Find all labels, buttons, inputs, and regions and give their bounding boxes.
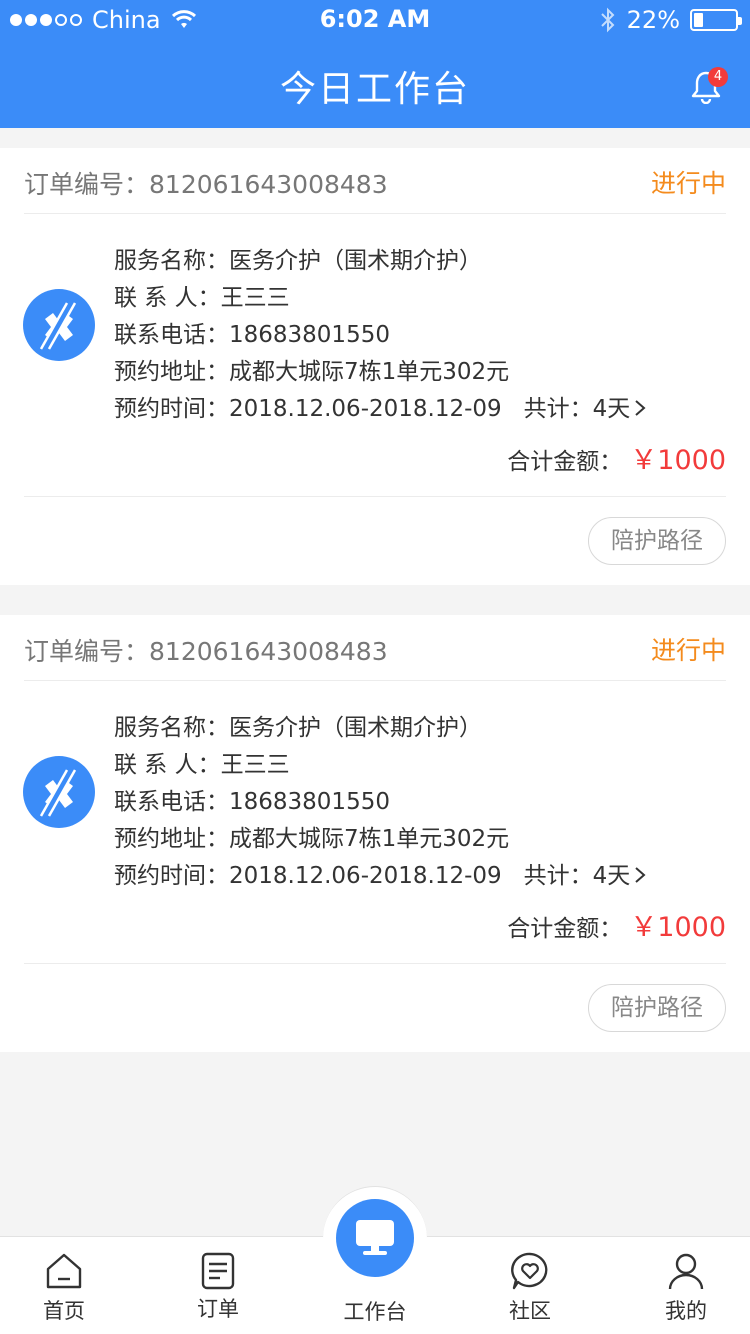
phone-label: 联系电话： bbox=[114, 789, 229, 815]
order-card[interactable]: 订单编号：812061643008483 进行中 服务名称：医务介护（围术期介护… bbox=[0, 615, 750, 1052]
appointment-time-row[interactable]: 预约时间：2018.12.06-2018.12-09 共计：4天 bbox=[114, 389, 646, 423]
status-bar: China 6:02 AM 22% bbox=[0, 0, 750, 40]
amount-row: 合计金额： ￥1000 bbox=[507, 905, 726, 944]
address-label: 预约地址： bbox=[114, 826, 229, 852]
phone-label: 联系电话： bbox=[114, 322, 229, 348]
contact-value: 王三三 bbox=[220, 752, 290, 778]
chevron-right-icon[interactable] bbox=[634, 399, 646, 417]
total-days: 共计：4天 bbox=[523, 396, 631, 422]
battery-percent: 22% bbox=[626, 6, 680, 34]
order-number-value: 812061643008483 bbox=[149, 170, 388, 199]
service-name-row: 服务名称：医务介护（围术期介护） bbox=[114, 708, 482, 742]
address-row: 预约地址：成都大城际7栋1单元302元 bbox=[114, 352, 509, 386]
address-label: 预约地址： bbox=[114, 359, 229, 385]
order-status: 进行中 bbox=[650, 636, 726, 665]
service-name-value: 医务介护（围术期介护） bbox=[229, 715, 482, 741]
address-value: 成都大城际7栋1单元302元 bbox=[229, 359, 510, 385]
divider bbox=[24, 496, 726, 497]
amount-value: ￥1000 bbox=[630, 912, 726, 943]
tab-community[interactable]: 社区 bbox=[470, 1237, 590, 1334]
tab-mine-label: 我的 bbox=[665, 1299, 707, 1323]
tab-mine[interactable]: 我的 bbox=[626, 1237, 746, 1334]
notification-badge: 4 bbox=[708, 67, 728, 87]
appointment-time-label: 预约时间： bbox=[114, 396, 229, 422]
appointment-time-label: 预约时间： bbox=[114, 863, 229, 889]
tab-workbench-label: 工作台 bbox=[343, 1300, 407, 1324]
amount-value: ￥1000 bbox=[630, 445, 726, 476]
order-number-label: 订单编号： bbox=[24, 170, 150, 199]
tab-home[interactable]: 首页 bbox=[4, 1237, 124, 1334]
order-card-header: 订单编号：812061643008483 进行中 bbox=[24, 615, 726, 681]
phone-row: 联系电话：18683801550 bbox=[114, 782, 390, 816]
service-logo-icon bbox=[23, 756, 95, 828]
order-number-value: 812061643008483 bbox=[149, 637, 388, 666]
tab-orders[interactable]: 订单 bbox=[158, 1237, 278, 1334]
monitor-icon bbox=[356, 1220, 394, 1255]
tab-orders-label: 订单 bbox=[197, 1297, 239, 1321]
order-list-icon bbox=[201, 1252, 235, 1290]
home-icon bbox=[46, 1253, 82, 1289]
appointment-time-value: 2018.12.06-2018.12-09 bbox=[229, 396, 502, 422]
battery-level bbox=[694, 13, 703, 27]
care-route-button[interactable]: 陪护路径 bbox=[588, 517, 726, 565]
battery-icon bbox=[690, 9, 742, 31]
tab-workbench[interactable] bbox=[336, 1199, 414, 1277]
order-number-label: 订单编号： bbox=[24, 637, 150, 666]
community-heart-icon bbox=[511, 1252, 548, 1290]
phone-row: 联系电话：18683801550 bbox=[114, 315, 390, 349]
contact-label: 联 系 人： bbox=[114, 752, 221, 778]
page-title: 今日工作台 bbox=[279, 69, 470, 110]
order-card-header: 订单编号：812061643008483 进行中 bbox=[24, 148, 726, 214]
contact-value: 王三三 bbox=[220, 285, 290, 311]
address-row: 预约地址：成都大城际7栋1单元302元 bbox=[114, 819, 509, 853]
phone-value[interactable]: 18683801550 bbox=[229, 789, 390, 815]
contact-row: 联 系 人：王三三 bbox=[114, 278, 290, 312]
service-name-value: 医务介护（围术期介护） bbox=[229, 248, 482, 274]
chevron-right-icon[interactable] bbox=[634, 866, 646, 884]
service-name-label: 服务名称： bbox=[114, 715, 229, 741]
service-name-label: 服务名称： bbox=[114, 248, 229, 274]
address-value: 成都大城际7栋1单元302元 bbox=[229, 826, 510, 852]
service-name-row: 服务名称：医务介护（围术期介护） bbox=[114, 241, 482, 275]
order-number: 订单编号：812061643008483 bbox=[24, 632, 388, 668]
appointment-time-value: 2018.12.06-2018.12-09 bbox=[229, 863, 502, 889]
tab-home-label: 首页 bbox=[43, 1299, 85, 1323]
tab-community-label: 社区 bbox=[509, 1299, 551, 1323]
order-card[interactable]: 订单编号：812061643008483 进行中 服务名称：医务介护（围术期介护… bbox=[0, 148, 750, 585]
phone-value[interactable]: 18683801550 bbox=[229, 322, 390, 348]
amount-label: 合计金额： bbox=[507, 449, 623, 475]
user-icon bbox=[668, 1253, 704, 1290]
order-status: 进行中 bbox=[650, 169, 726, 198]
total-days: 共计：4天 bbox=[523, 863, 631, 889]
bluetooth-icon bbox=[600, 7, 615, 33]
contact-label: 联 系 人： bbox=[114, 285, 221, 311]
appointment-time-row[interactable]: 预约时间：2018.12.06-2018.12-09 共计：4天 bbox=[114, 856, 646, 890]
order-number: 订单编号：812061643008483 bbox=[24, 165, 388, 201]
contact-row: 联 系 人：王三三 bbox=[114, 745, 290, 779]
amount-row: 合计金额： ￥1000 bbox=[507, 438, 726, 477]
status-right: 22% bbox=[599, 6, 742, 34]
service-logo-icon bbox=[23, 289, 95, 361]
care-route-button[interactable]: 陪护路径 bbox=[588, 984, 726, 1032]
app-header: China 6:02 AM 22% 今日工作台 4 bbox=[0, 0, 750, 128]
amount-label: 合计金额： bbox=[507, 916, 623, 942]
divider bbox=[24, 963, 726, 964]
